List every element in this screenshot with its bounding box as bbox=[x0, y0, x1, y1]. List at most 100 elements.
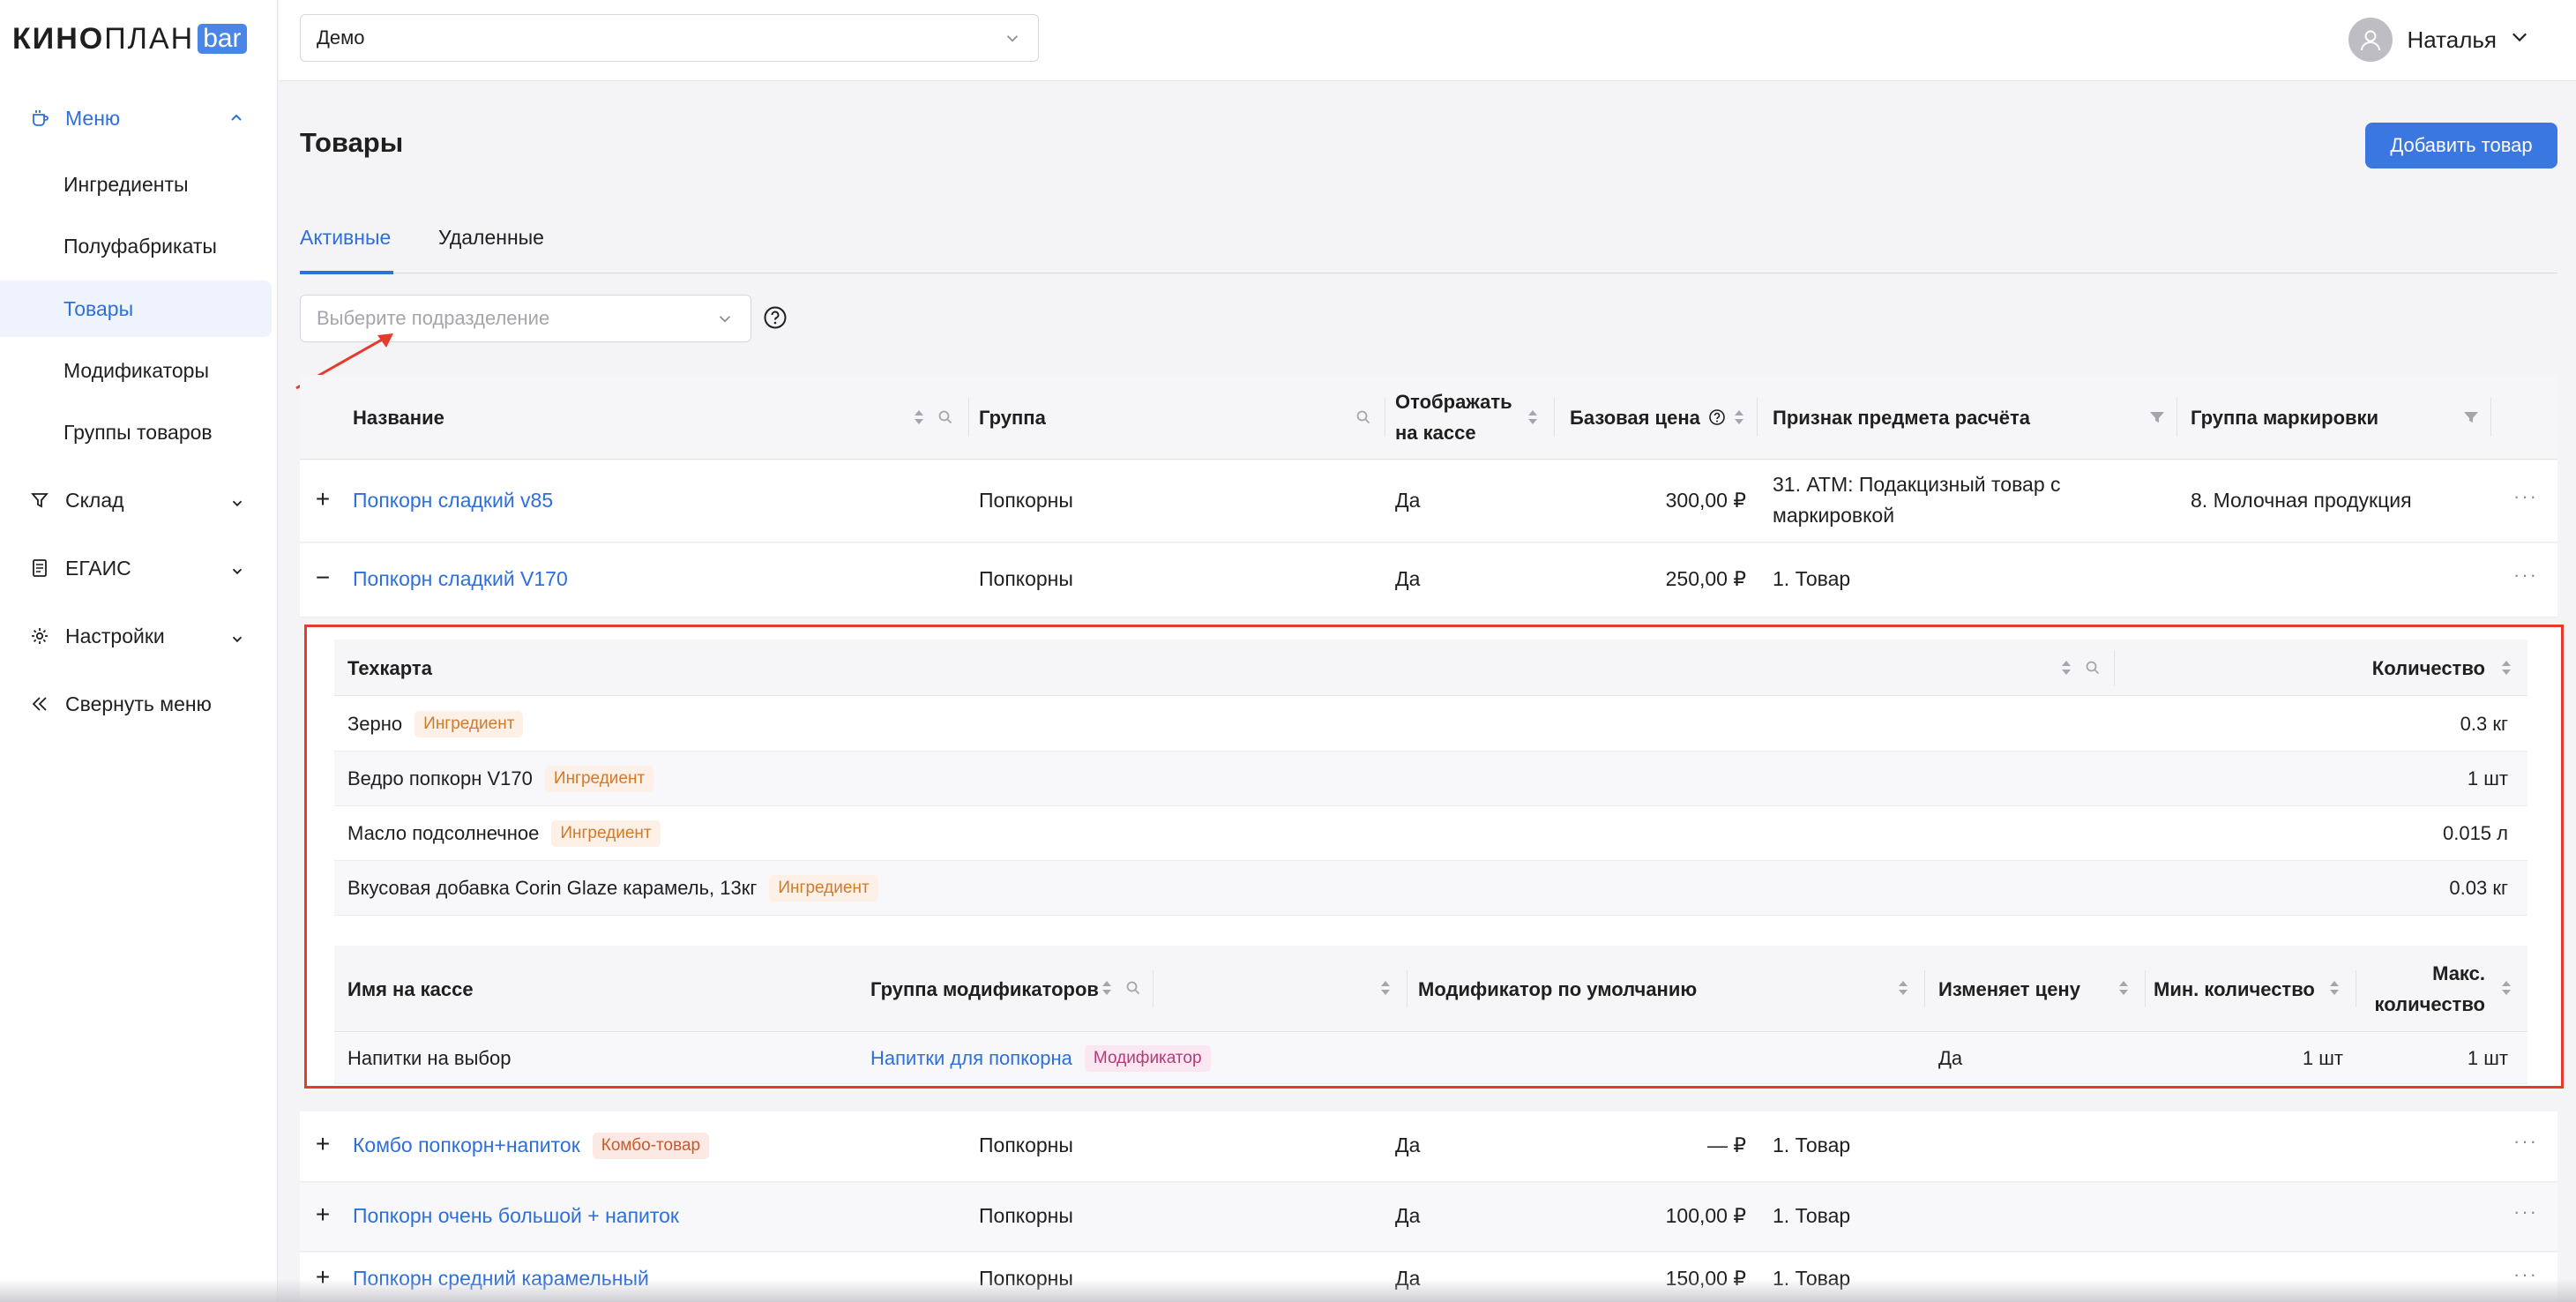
sort-icon[interactable] bbox=[2499, 977, 2513, 999]
table-row[interactable]: + Попкорн сладкий v85 Попкорны Да 300,00… bbox=[300, 460, 2557, 542]
search-icon[interactable] bbox=[1355, 408, 1372, 426]
col-header-line: на кассе bbox=[1395, 422, 1476, 444]
col-header-changes-price[interactable]: Изменяет цену bbox=[1938, 946, 2080, 1032]
more-icon[interactable]: ··· bbox=[2513, 1201, 2538, 1223]
filter-icon[interactable] bbox=[2462, 408, 2480, 426]
techcard-item-name: Ведро попкорн V170 Ингредиент bbox=[347, 752, 654, 806]
help-icon[interactable] bbox=[763, 305, 788, 330]
sidebar-item-ingredients[interactable]: Ингредиенты bbox=[0, 156, 272, 213]
techcard-row: Ведро попкорн V170 Ингредиент 1 шт bbox=[334, 752, 2527, 806]
modifiers-header: Имя на кассе Группа модификаторов Модифи… bbox=[334, 946, 2527, 1032]
col-header-show-at-cashier[interactable]: Отображать на кассе bbox=[1395, 375, 1512, 460]
sidebar-item-goods-groups[interactable]: Группы товаров bbox=[0, 404, 272, 460]
col-header-base-price[interactable]: Базовая цена bbox=[1570, 375, 1700, 460]
tab-active[interactable]: Активные bbox=[300, 226, 391, 250]
table-row[interactable]: − Попкорн сладкий V170 Попкорны Да 250,0… bbox=[300, 543, 2557, 617]
sort-icon[interactable] bbox=[1378, 977, 1393, 999]
document-icon bbox=[28, 557, 51, 580]
col-header-max-qty[interactable]: Макс. количество bbox=[2374, 946, 2485, 1032]
tab-deleted[interactable]: Удаленные bbox=[438, 226, 544, 250]
sort-icon[interactable] bbox=[1100, 977, 1114, 999]
product-name-link[interactable]: Попкорн очень большой + напиток bbox=[353, 1201, 679, 1231]
sidebar-item-menu[interactable]: Меню bbox=[0, 95, 277, 141]
search-icon[interactable] bbox=[1124, 979, 1142, 997]
column-separator bbox=[1924, 970, 1925, 1007]
sidebar-item-goods[interactable]: Товары bbox=[0, 281, 272, 337]
sort-icon[interactable] bbox=[2499, 657, 2513, 678]
sort-icon[interactable] bbox=[2117, 977, 2131, 999]
col-header-modifier-group[interactable]: Группа модификаторов bbox=[870, 946, 1099, 1032]
col-header-settlement-sign[interactable]: Признак предмета расчёта bbox=[1773, 375, 2030, 460]
product-name-link[interactable]: Комбо попкорн+напиток bbox=[353, 1130, 580, 1161]
sidebar: КИНОПЛАН bar Меню Ингредиенты Полуфабрик… bbox=[0, 0, 278, 1302]
sidebar-item-egais[interactable]: ЕГАИС bbox=[0, 542, 277, 595]
sidebar-item-label: Свернуть меню bbox=[65, 692, 212, 715]
help-icon[interactable] bbox=[1708, 408, 1726, 426]
sidebar-collapse-button[interactable]: Свернуть меню bbox=[0, 677, 277, 730]
col-header-marking-group[interactable]: Группа маркировки bbox=[2191, 375, 2378, 460]
sidebar-item-label: ЕГАИС bbox=[65, 556, 131, 580]
funnel-icon bbox=[28, 489, 51, 512]
table-row[interactable]: + Попкорн очень большой + напиток Попкор… bbox=[300, 1183, 2557, 1252]
column-separator bbox=[2145, 970, 2146, 1007]
logo[interactable]: КИНОПЛАН bar bbox=[12, 21, 247, 56]
logo-badge: bar bbox=[198, 24, 247, 54]
expand-row-button[interactable]: + bbox=[312, 1130, 333, 1158]
more-icon[interactable]: ··· bbox=[2513, 1130, 2538, 1153]
filter-icon[interactable] bbox=[2148, 408, 2166, 426]
col-header-cash-name[interactable]: Имя на кассе bbox=[347, 946, 474, 1032]
cinema-select[interactable]: Демо bbox=[300, 14, 1039, 62]
product-price: 250,00 ₽ bbox=[1665, 567, 1746, 590]
sidebar-item-label: Товары bbox=[63, 296, 134, 320]
avatar bbox=[2348, 18, 2393, 62]
techcard-item-qty: 0.3 кг bbox=[2460, 713, 2508, 735]
sidebar-item-modifiers[interactable]: Модификаторы bbox=[0, 342, 272, 399]
col-header-name[interactable]: Название bbox=[353, 375, 444, 460]
sort-icon[interactable] bbox=[912, 407, 926, 428]
sort-icon[interactable] bbox=[1526, 407, 1540, 428]
sort-icon[interactable] bbox=[2059, 657, 2073, 678]
sort-icon[interactable] bbox=[2327, 977, 2341, 999]
product-name-link[interactable]: Попкорн сладкий v85 bbox=[353, 485, 553, 516]
sidebar-item-label: Ингредиенты bbox=[63, 172, 189, 196]
sidebar-item-semifinished[interactable]: Полуфабрикаты bbox=[0, 218, 272, 274]
more-icon[interactable]: ··· bbox=[2513, 485, 2538, 508]
techcard-row: Вкусовая добавка Corin Glaze карамель, 1… bbox=[334, 861, 2527, 916]
sort-icon[interactable] bbox=[1732, 407, 1746, 428]
col-header-techcard[interactable]: Техкарта bbox=[347, 640, 432, 696]
modifier-group-link[interactable]: Напитки для попкорна bbox=[870, 1047, 1072, 1070]
expand-row-button[interactable]: + bbox=[312, 485, 333, 513]
modifier-min-qty: 1 шт bbox=[2302, 1047, 2343, 1069]
add-product-button[interactable]: Добавить товар bbox=[2365, 123, 2557, 168]
product-group: Попкорны bbox=[979, 567, 1073, 590]
ingredient-badge: Ингредиент bbox=[414, 711, 524, 737]
product-name-link[interactable]: Попкорн сладкий V170 bbox=[353, 564, 568, 595]
sidebar-item-warehouse[interactable]: Склад bbox=[0, 474, 277, 527]
col-header-default-modifier[interactable]: Модификатор по умолчанию bbox=[1418, 946, 1697, 1032]
column-separator bbox=[1757, 398, 1758, 437]
chevron-down-icon bbox=[229, 561, 245, 585]
product-group: Попкорны bbox=[979, 1134, 1073, 1156]
techcard-item-name: Зерно Ингредиент bbox=[347, 697, 524, 752]
product-price: 100,00 ₽ bbox=[1665, 1204, 1746, 1227]
more-icon[interactable]: ··· bbox=[2513, 564, 2538, 587]
expand-row-button[interactable]: + bbox=[312, 1201, 333, 1229]
sidebar-item-settings[interactable]: Настройки bbox=[0, 610, 277, 662]
modifier-changes-price: Да bbox=[1938, 1047, 1963, 1069]
product-name-cell: Комбо попкорн+напиток Комбо-товар bbox=[353, 1130, 710, 1161]
col-header-group[interactable]: Группа bbox=[979, 375, 1046, 460]
col-header-quantity[interactable]: Количество bbox=[2372, 640, 2485, 696]
table-row[interactable]: + Комбо попкорн+напиток Комбо-товар Попк… bbox=[300, 1111, 2557, 1182]
col-header-line: Макс. bbox=[2432, 962, 2485, 984]
techcard-row: Зерно Ингредиент 0.3 кг bbox=[334, 697, 2527, 752]
column-separator bbox=[2114, 650, 2115, 685]
search-icon[interactable] bbox=[937, 408, 954, 426]
sort-icon[interactable] bbox=[1896, 977, 1910, 999]
top-bar: Демо Наталья bbox=[279, 0, 2576, 81]
product-group: Попкорны bbox=[979, 489, 1073, 512]
search-icon[interactable] bbox=[2084, 659, 2102, 677]
collapse-row-button[interactable]: − bbox=[312, 564, 333, 592]
col-header-min-qty[interactable]: Мин. количество bbox=[2154, 946, 2315, 1032]
user-menu[interactable]: Наталья bbox=[2348, 16, 2530, 64]
user-name: Наталья bbox=[2407, 26, 2497, 53]
